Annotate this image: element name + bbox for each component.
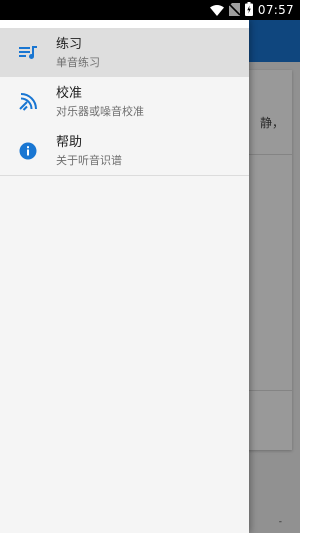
drawer-item-subtitle: 对乐器或噪音校准 — [56, 104, 144, 118]
drawer-item-title: 练习 — [56, 36, 83, 52]
battery-icon — [244, 1, 253, 20]
drawer-item-subtitle: 关于听音识谱 — [56, 153, 122, 167]
wifi-icon — [209, 1, 224, 20]
drawer-menu: 练习 单音练习 校准 对乐器或噪音校准 帮助 关于听音识谱 — [0, 28, 249, 176]
drawer-item-subtitle: 单音练习 — [56, 55, 100, 69]
drawer-header — [0, 20, 249, 28]
navigation-drawer: 练习 单音练习 校准 对乐器或噪音校准 帮助 关于听音识谱 — [0, 20, 249, 533]
screen: 07:57 静， - 练习 单音练习 校准 对乐器或噪音校准 帮助 关于听音识谱 — [0, 0, 300, 533]
drawer-item-calibrate[interactable]: 校准 对乐器或噪音校准 — [0, 77, 249, 126]
info-icon — [0, 142, 56, 160]
status-icons: 07:57 — [209, 0, 294, 20]
calibrate-icon — [0, 92, 56, 111]
practice-icon — [0, 45, 56, 60]
drawer-item-title: 校准 — [56, 85, 83, 101]
drawer-item-practice[interactable]: 练习 单音练习 — [0, 28, 249, 77]
no-sim-icon — [228, 1, 241, 20]
drawer-item-text: 校准 对乐器或噪音校准 — [56, 85, 144, 119]
status-bar: 07:57 — [0, 0, 300, 20]
drawer-item-title: 帮助 — [56, 134, 83, 150]
drawer-item-text: 帮助 关于听音识谱 — [56, 134, 122, 168]
drawer-item-text: 练习 单音练习 — [56, 36, 100, 70]
status-time: 07:57 — [257, 3, 294, 17]
drawer-item-help[interactable]: 帮助 关于听音识谱 — [0, 126, 249, 175]
